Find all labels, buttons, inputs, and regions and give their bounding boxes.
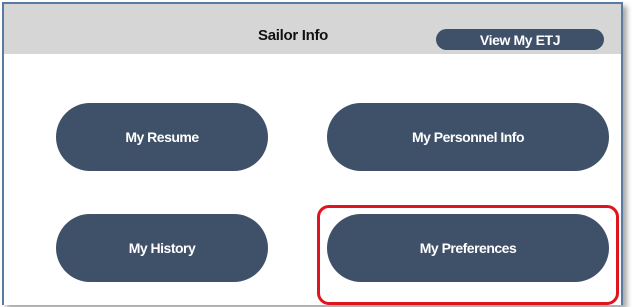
sailor-info-panel: Sailor Info View My ETJ My Resume My Per… [2,2,623,305]
my-personnel-info-button[interactable]: My Personnel Info [327,103,609,171]
panel-title: Sailor Info [258,27,329,44]
my-resume-button[interactable]: My Resume [56,103,268,171]
panel-header: Sailor Info View My ETJ [4,4,621,54]
my-preferences-button[interactable]: My Preferences [327,214,609,282]
my-history-button[interactable]: My History [56,214,268,282]
view-my-etj-button[interactable]: View My ETJ [436,29,604,50]
